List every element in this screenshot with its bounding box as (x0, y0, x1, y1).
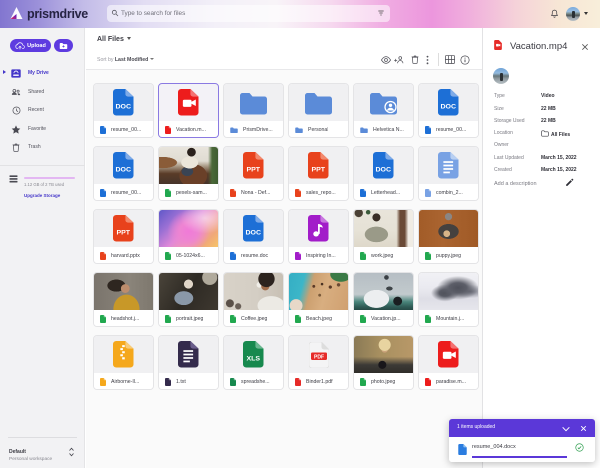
svg-text:DOC: DOC (441, 104, 457, 111)
svg-text:DOC: DOC (116, 167, 132, 174)
svg-text:PPT: PPT (312, 167, 326, 174)
svg-text:DOC: DOC (116, 104, 132, 111)
svg-text:DOC: DOC (376, 167, 392, 174)
svg-text:PPT: PPT (117, 230, 131, 237)
svg-text:XLS: XLS (247, 356, 261, 363)
svg-text:PDF: PDF (314, 354, 324, 360)
svg-text:DOC: DOC (246, 230, 262, 237)
svg-text:PPT: PPT (247, 167, 261, 174)
